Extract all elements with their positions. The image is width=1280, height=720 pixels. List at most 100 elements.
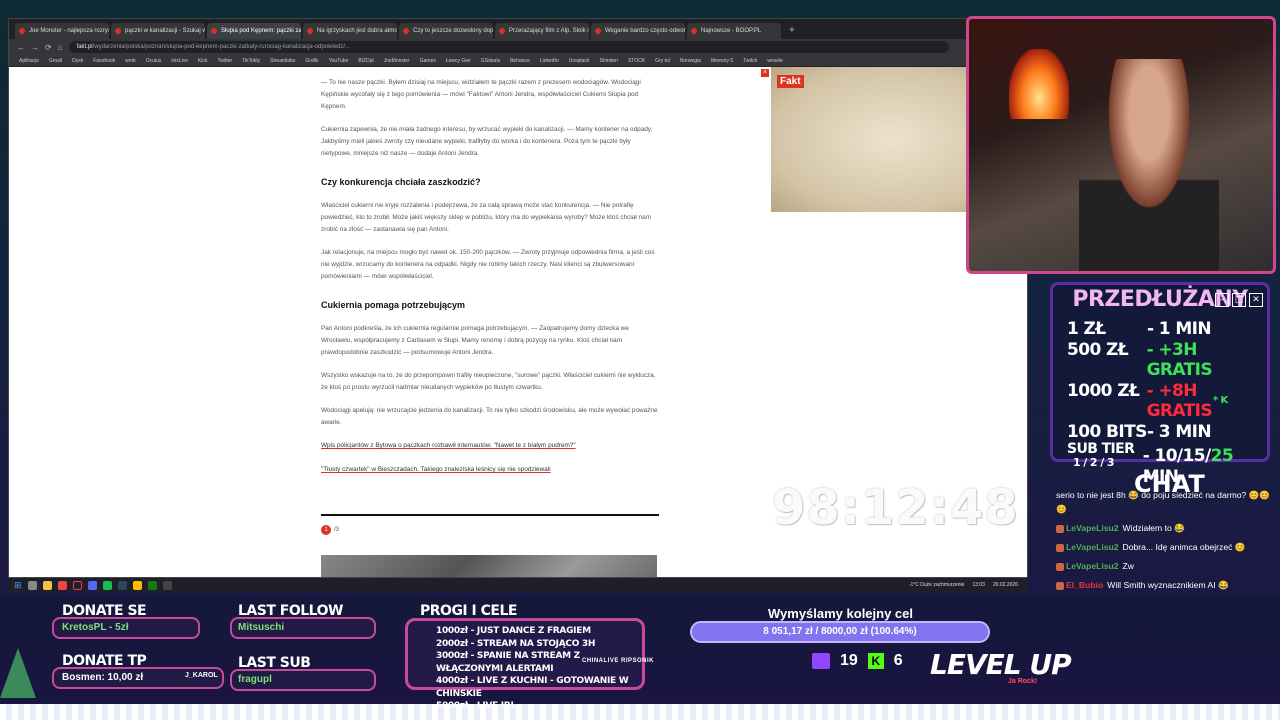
bookmarks-bar: Aplikacje Gmail Dysk Facebook work Oculus Ivix… (9, 55, 1027, 67)
goal-item: 1000zł - JUST DANCE Z FRAGIEM (436, 626, 591, 636)
bookmark-item[interactable]: Łowcy Gier (446, 58, 471, 64)
bookmark-item[interactable]: LinkedIn (540, 58, 559, 64)
forward-icon[interactable]: → (31, 43, 39, 52)
bookmark-item[interactable]: work (125, 58, 136, 64)
bookmark-item[interactable]: YouTube (329, 58, 349, 64)
new-tab-button[interactable]: + (783, 23, 801, 39)
bookmark-item[interactable]: wesele (767, 58, 783, 64)
bookmark-item[interactable]: JoeMonster (384, 58, 410, 64)
close-icon: ✕ (1249, 293, 1263, 307)
spotify-icon[interactable] (102, 580, 112, 590)
bookmark-item[interactable]: Oculus (146, 58, 162, 64)
bookmark-item[interactable]: Aplikacje (19, 58, 39, 64)
sub-tier-times-highlight: 25 (1210, 446, 1234, 466)
gallery-pager[interactable]: 1 /3 (321, 524, 659, 536)
reload-icon[interactable]: ⟳ (45, 43, 52, 52)
bookmark-item[interactable]: Norwegia (680, 58, 701, 64)
browser-tab[interactable]: pączki w kanalizacji - Szukaj w... (111, 23, 205, 39)
article-paragraph: Właściciel cukierni nie kryje rozżalenia… (321, 202, 651, 233)
subathon-rate-row: 100 BITS - 3 MIN (1067, 422, 1267, 443)
ad-close-button[interactable]: × (761, 69, 769, 77)
levelup-subtitle: Ja Rock! (1008, 678, 1038, 685)
bookmark-item[interactable]: Memory 5 (711, 58, 733, 64)
bookmark-item[interactable]: STOCK (628, 58, 645, 64)
article-paragraph: Wodociągi apelują: nie wrzucajcie jedzen… (321, 407, 658, 426)
discord-icon[interactable] (87, 580, 97, 590)
bookmark-item[interactable]: Kick (198, 58, 207, 64)
bookmark-item[interactable]: Streamlabs (270, 58, 295, 64)
search-icon[interactable] (27, 580, 37, 590)
chat-username: El_Bubio (1066, 580, 1104, 590)
rate-amount: 100 BITS (1067, 421, 1147, 442)
bookmark-item[interactable]: Facebook (93, 58, 115, 64)
goal-item: 5000zł - LIVE IRL (436, 701, 516, 711)
xbox-icon[interactable] (147, 580, 157, 590)
rate-effect: - +3H GRATIS (1146, 339, 1213, 381)
browser-icon[interactable] (57, 580, 67, 590)
browser-tab[interactable]: Najnowsze - BOOP.PL (687, 23, 781, 39)
chat-text: Will Smith wyznacznikiem AI 😂 (1107, 580, 1229, 590)
fireplace (1009, 49, 1069, 119)
browser-tab[interactable]: Joe Monster - najlepsza rozryw... (15, 23, 109, 39)
related-link[interactable]: "Tłusty czwartek" w Bieszczadach. Takieg… (321, 464, 659, 476)
minimize-icon: – (1215, 293, 1229, 307)
bookmark-item[interactable]: Unsplash (569, 58, 590, 64)
related-link[interactable]: Wpis policjantów z Bytowa o pączkach roz… (321, 440, 659, 452)
bookmark-item[interactable]: Behance (510, 58, 530, 64)
bookmark-item[interactable]: Games (420, 58, 436, 64)
bookmark-item[interactable]: BIZDpl (358, 58, 373, 64)
chat-message: LeVapeLisu2 Dobra... Idę animca obejrzeć … (1056, 540, 1276, 554)
windows-start-icon[interactable]: ⊞ (14, 580, 22, 591)
twitch-icon (812, 653, 830, 669)
bookmark-item[interactable]: Twitter (217, 58, 232, 64)
clock-date: 20.02.2026 (992, 582, 1018, 588)
chat-username: LeVapeLisu2 (1066, 523, 1119, 533)
pager-current: 1 (321, 525, 331, 535)
bookmark-item[interactable]: Gmail (49, 58, 62, 64)
bookmark-item[interactable]: Shinden (600, 58, 618, 64)
address-bar: ← → ⟳ ⌂ fakt.pl/wydarzenia/polska/poznan… (9, 39, 1027, 55)
chat-badge-icon (1056, 524, 1064, 533)
file-explorer-icon[interactable] (42, 580, 52, 590)
browser-tab[interactable]: Na igrzyskach jest dobra atmo... (303, 23, 397, 39)
article-paragraph: Pan Antoni podkreśla, że ich cukiernia r… (321, 325, 629, 356)
bookmark-item[interactable]: GSdeals (481, 58, 500, 64)
weather-text: -1°C Duże zachmurzenie (908, 582, 965, 588)
donate-tp-extra: J_KAROL (185, 672, 218, 679)
chat-badge-icon (1056, 543, 1064, 552)
url-input[interactable]: fakt.pl/wydarzenia/polska/poznan/slupia-… (68, 41, 949, 53)
article-paragraph: Jak relacjonuje, na miejscu mogło być na… (321, 249, 655, 280)
bookmark-item[interactable]: Gry tol (655, 58, 670, 64)
chat-badge-icon (1056, 581, 1064, 590)
goal-item: 2000zł - STREAM NA STOJĄCO 3H (436, 638, 596, 649)
rate-amount: 500 ZŁ (1067, 339, 1129, 360)
chrome-icon[interactable] (132, 580, 142, 590)
subathon-rate-row: 500 ZŁ - +3H GRATIS (1067, 340, 1267, 381)
gallery-image[interactable] (321, 555, 657, 577)
bookmark-item[interactable]: TikTokly (242, 58, 260, 64)
chat-message: El_Bubio Will Smith wyznacznikiem AI 😂 (1056, 578, 1276, 592)
steam-icon[interactable] (117, 580, 127, 590)
browser-tab[interactable]: Słupia pod Kępnem: pączki zal... (207, 23, 301, 39)
tiktok-icon[interactable] (72, 580, 82, 590)
browser-tab[interactable]: Weganie bardzo często odwoł... (591, 23, 685, 39)
browser-tab[interactable]: Czy to jeszcze dozwolony doping... (399, 23, 493, 39)
rate-effect: - 3 MIN (1147, 421, 1212, 442)
obs-icon[interactable] (162, 580, 172, 590)
bookmark-item[interactable]: Grafik (305, 58, 318, 64)
video-ad[interactable]: Fakt (771, 67, 971, 212)
chat-badge-icon (1056, 562, 1064, 571)
home-icon[interactable]: ⌂ (58, 43, 63, 52)
chat-username: LeVapeLisu2 (1066, 542, 1119, 552)
last-follow-value: Mitsuschi (238, 622, 285, 633)
bookmark-item[interactable]: Twitch (743, 58, 757, 64)
article-paragraph: Cukiernia zapewnia, że nie miała żadnego… (321, 126, 653, 157)
bookmark-item[interactable]: Dysk (72, 58, 83, 64)
bookmark-item[interactable]: IvixLive (171, 58, 188, 64)
rate-amount: 1000 ZŁ (1067, 380, 1140, 401)
chat-text: Widziałem to 😂 (1122, 523, 1185, 533)
back-icon[interactable]: ← (17, 43, 25, 52)
browser-tab[interactable]: Przerażający film z Alp. Słoik i p... (495, 23, 589, 39)
subathon-rates: 1 ZŁ - 1 MIN 500 ZŁ - +3H GRATIS 1000 ZŁ - +8… (1067, 319, 1267, 487)
rate-amount: 1 ZŁ (1067, 319, 1106, 339)
